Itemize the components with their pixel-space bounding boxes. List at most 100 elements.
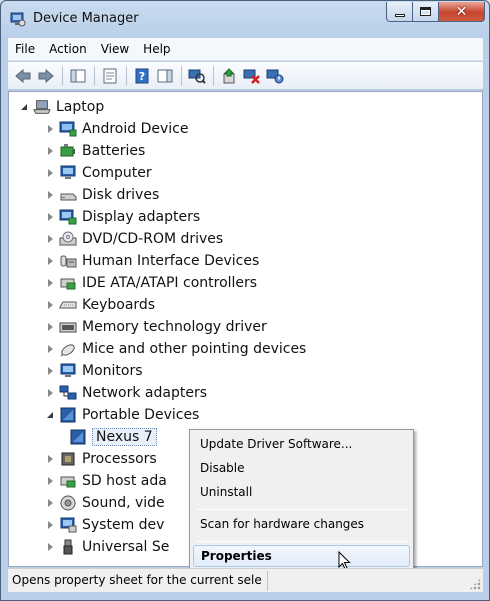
help-icon[interactable]: ?	[131, 65, 153, 87]
system-device-icon	[59, 516, 77, 534]
menu-view[interactable]: View	[94, 38, 136, 60]
collapse-arrow-icon[interactable]	[19, 102, 29, 112]
hid-icon	[59, 252, 77, 270]
toolbar-separator	[94, 65, 95, 86]
tree-item-batteries[interactable]: Batteries	[45, 140, 145, 162]
tree-item-disk-drives[interactable]: Disk drives	[45, 184, 159, 206]
laptop-icon	[33, 98, 51, 116]
tree-item-nexus-7[interactable]: Nexus 7	[69, 426, 157, 448]
caption-buttons: ✕	[386, 2, 485, 23]
keyboard-icon	[59, 296, 77, 314]
toolbar-separator	[126, 65, 127, 86]
svg-text:?: ?	[139, 70, 145, 83]
tree-item-portable-devices[interactable]: Portable Devices	[45, 404, 199, 426]
status-bar: Opens property sheet for the current sel…	[8, 568, 483, 592]
window-title: Device Manager	[33, 11, 139, 26]
memory-icon	[59, 318, 77, 336]
display-adapter-icon	[59, 208, 77, 226]
tree-item-dvd-cd-rom-drives[interactable]: DVD/CD-ROM drives	[45, 228, 223, 250]
tree-item-display-adapters[interactable]: Display adapters	[45, 206, 200, 228]
tree-item-sound-video[interactable]: Sound, vide	[45, 492, 165, 514]
tree-item-sd-host-adapters[interactable]: SD host ada	[45, 470, 167, 492]
uninstall-icon[interactable]	[241, 65, 263, 87]
menu-bar: File Action View Help	[8, 38, 483, 61]
maximize-button[interactable]	[413, 2, 439, 22]
show-hide-tree-icon[interactable]	[67, 65, 89, 87]
expand-arrow-icon[interactable]	[45, 300, 55, 310]
expand-arrow-icon[interactable]	[45, 124, 55, 134]
dvd-drive-icon	[59, 230, 77, 248]
battery-icon	[59, 142, 77, 160]
tree-item-memory-technology-driver[interactable]: Memory technology driver	[45, 316, 267, 338]
forward-arrow-icon[interactable]	[35, 65, 57, 87]
tree-item-network-adapters[interactable]: Network adapters	[45, 382, 207, 404]
minimize-button[interactable]	[386, 2, 413, 22]
mouse-icon	[59, 340, 77, 358]
tree-item-universal-serial-bus[interactable]: Universal Se	[45, 536, 169, 558]
menu-item-scan-for-hardware-changes[interactable]: Scan for hardware changes	[193, 513, 410, 535]
expand-arrow-icon[interactable]	[45, 146, 55, 156]
tree-item-mice-and-other-pointing-devices[interactable]: Mice and other pointing devices	[45, 338, 306, 360]
tree-item-system-devices[interactable]: System dev	[45, 514, 164, 536]
android-device-icon	[59, 120, 77, 138]
menu-file[interactable]: File	[8, 38, 42, 60]
processor-icon	[59, 450, 77, 468]
tree-item-processors[interactable]: Processors	[45, 448, 157, 470]
expand-arrow-icon[interactable]	[45, 388, 55, 398]
status-separator	[267, 571, 268, 591]
expand-arrow-icon[interactable]	[45, 278, 55, 288]
expand-arrow-icon[interactable]	[45, 476, 55, 486]
expand-arrow-icon[interactable]	[45, 498, 55, 508]
minimize-icon	[394, 13, 405, 17]
ide-controller-icon	[59, 274, 77, 292]
update-driver-icon[interactable]	[218, 65, 240, 87]
toolbar-separator	[181, 65, 182, 86]
expand-arrow-icon[interactable]	[45, 212, 55, 222]
properties-icon[interactable]	[99, 65, 121, 87]
title-bar[interactable]: Device Manager ✕	[1, 1, 489, 37]
expand-arrow-icon[interactable]	[45, 454, 55, 464]
expand-arrow-icon[interactable]	[45, 542, 55, 552]
tree-item-computer[interactable]: Computer	[45, 162, 152, 184]
resize-grip-icon[interactable]	[469, 578, 481, 590]
toolbar: ?	[8, 62, 483, 90]
action-pane-icon[interactable]	[154, 65, 176, 87]
back-arrow-icon[interactable]	[12, 65, 34, 87]
tree-item-human-interface-devices[interactable]: Human Interface Devices	[45, 250, 259, 272]
sd-host-icon	[59, 472, 77, 490]
collapse-arrow-icon[interactable]	[45, 410, 55, 420]
menu-item-disable[interactable]: Disable	[193, 457, 410, 479]
scan-hardware-icon[interactable]	[186, 65, 208, 87]
expand-arrow-icon[interactable]	[45, 234, 55, 244]
tree-item-android-device[interactable]: Android Device	[45, 118, 188, 140]
portable-device-icon	[69, 428, 87, 446]
toolbar-separator	[213, 65, 214, 86]
tree-root-label: Laptop	[56, 99, 105, 115]
device-manager-window: Device Manager ✕ File Action View Help ?	[0, 0, 490, 601]
tree-root-row[interactable]: Laptop	[19, 96, 104, 118]
menu-item-uninstall[interactable]: Uninstall	[193, 481, 410, 503]
selected-device-label: Nexus 7	[92, 428, 157, 446]
close-icon: ✕	[455, 3, 468, 20]
expand-arrow-icon[interactable]	[45, 190, 55, 200]
menu-help[interactable]: Help	[136, 38, 177, 60]
expand-arrow-icon[interactable]	[45, 168, 55, 178]
expand-arrow-icon[interactable]	[45, 366, 55, 376]
enable-device-icon[interactable]	[264, 65, 286, 87]
context-menu: Update Driver Software... Disable Uninst…	[189, 429, 414, 575]
menu-item-properties[interactable]: Properties	[193, 545, 410, 567]
expand-arrow-icon[interactable]	[45, 322, 55, 332]
menu-item-update-driver-software[interactable]: Update Driver Software...	[193, 433, 410, 455]
device-manager-icon	[10, 11, 26, 27]
status-text: Opens property sheet for the current sel…	[12, 573, 262, 587]
tree-item-monitors[interactable]: Monitors	[45, 360, 143, 382]
expand-arrow-icon[interactable]	[45, 256, 55, 266]
tree-item-keyboards[interactable]: Keyboards	[45, 294, 155, 316]
menu-separator	[196, 541, 408, 542]
expand-arrow-icon[interactable]	[45, 520, 55, 530]
speaker-icon	[59, 494, 77, 512]
expand-arrow-icon[interactable]	[45, 344, 55, 354]
close-button[interactable]: ✕	[439, 2, 485, 22]
tree-item-ide-ata-atapi-controllers[interactable]: IDE ATA/ATAPI controllers	[45, 272, 257, 294]
menu-action[interactable]: Action	[42, 38, 94, 60]
